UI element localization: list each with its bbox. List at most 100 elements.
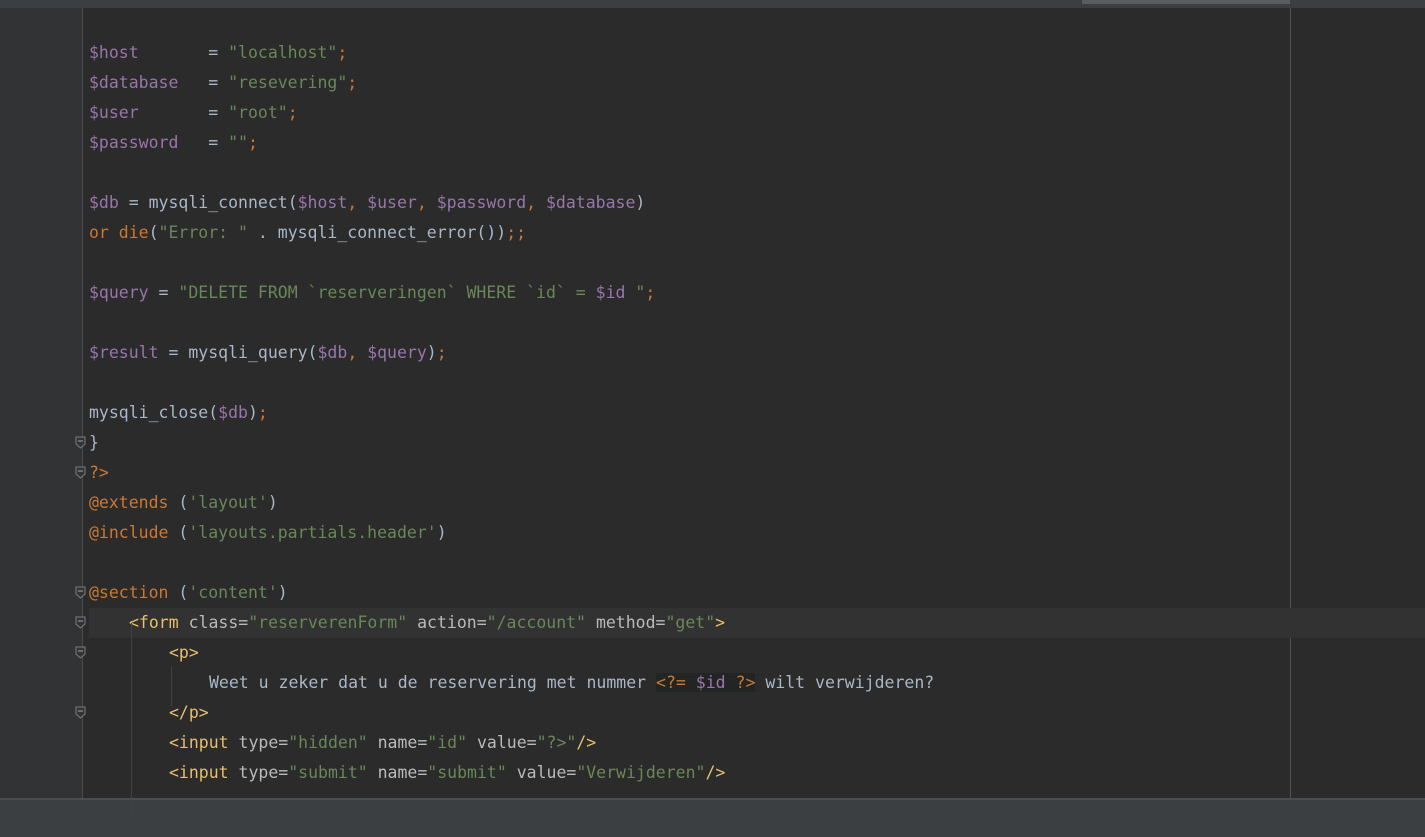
code-token: "Verwijderen" (576, 763, 706, 782)
code-line[interactable] (0, 248, 1425, 278)
code-text[interactable]: ?> (89, 458, 109, 488)
code-token: ?> (735, 673, 756, 692)
code-line[interactable]: $db = mysqli_connect($host, $user, $pass… (0, 188, 1425, 218)
code-line[interactable]: $query = "DELETE FROM `reserveringen` WH… (0, 278, 1425, 308)
code-token: ;; (506, 223, 527, 242)
code-line[interactable] (0, 368, 1425, 398)
fold-marker-icon[interactable] (75, 646, 86, 659)
code-token: ) (267, 493, 278, 512)
code-token: ; (347, 73, 358, 92)
code-token: "root" (228, 103, 288, 122)
code-line[interactable] (0, 308, 1425, 338)
code-token: ( (178, 523, 189, 542)
code-line[interactable]: } (0, 428, 1425, 458)
code-line[interactable]: <input type="submit" name="submit" value… (0, 758, 1425, 788)
code-line[interactable] (0, 8, 1425, 38)
code-token: "Error: " (158, 223, 248, 242)
code-token: $id (695, 673, 736, 692)
code-token: $query (89, 283, 149, 302)
code-line[interactable]: or die("Error: " . mysqli_connect_error(… (0, 218, 1425, 248)
code-line[interactable]: <p> (0, 638, 1425, 668)
code-token: } (89, 433, 99, 452)
code-token: wilt verwijderen? (755, 673, 935, 692)
code-token: " (625, 283, 646, 302)
code-line[interactable] (0, 158, 1425, 188)
code-line[interactable]: $password = ""; (0, 128, 1425, 158)
code-line[interactable]: mysqli_close($db); (0, 398, 1425, 428)
code-token: > (715, 613, 726, 632)
code-text[interactable]: $host = "localhost"; (89, 38, 347, 68)
code-text[interactable]: <input type="hidden" name="id" value="?>… (169, 728, 596, 758)
code-text[interactable]: $user = "root"; (89, 98, 298, 128)
code-token: = (178, 133, 229, 152)
code-token: 'content' (188, 583, 278, 602)
code-token: <input (169, 763, 239, 782)
code-line[interactable]: Weet u zeker dat u de reservering met nu… (0, 668, 1425, 698)
fold-marker-icon[interactable] (75, 586, 86, 599)
code-token: ) (277, 583, 288, 602)
fold-marker-icon[interactable] (75, 616, 86, 629)
editor-tab-strip (0, 0, 1425, 8)
code-token: ) (426, 343, 437, 362)
code-text[interactable]: @extends ('layout') (89, 488, 278, 518)
code-text[interactable]: $password = ""; (89, 128, 258, 158)
code-token: "id" (427, 733, 477, 752)
code-token: ) (635, 193, 646, 212)
code-text[interactable]: } (89, 428, 99, 458)
code-line[interactable]: <input type="hidden" name="id" value="?>… (0, 728, 1425, 758)
code-line[interactable]: @section ('content') (0, 578, 1425, 608)
code-token: $host (297, 193, 348, 212)
code-token: ( (148, 223, 159, 242)
code-token: "submit" (427, 763, 517, 782)
code-line[interactable]: $user = "root"; (0, 98, 1425, 128)
code-text[interactable]: Weet u zeker dat u de reservering met nu… (209, 668, 934, 698)
code-token: $id (595, 283, 626, 302)
code-token: "/account" (486, 613, 596, 632)
code-line[interactable]: @extends ('layout') (0, 488, 1425, 518)
code-text[interactable]: $query = "DELETE FROM `reserveringen` WH… (89, 278, 655, 308)
code-token: "hidden" (288, 733, 378, 752)
code-token: action= (417, 613, 487, 632)
code-token: ( (178, 493, 189, 512)
code-line[interactable]: </p> (0, 698, 1425, 728)
code-editor[interactable]: $host = "localhost"; $database = "resever… (0, 0, 1425, 837)
code-token: ) (247, 403, 258, 422)
code-text[interactable]: @include ('layouts.partials.header') (89, 518, 447, 548)
code-text[interactable]: or die("Error: " . mysqli_connect_error(… (89, 218, 526, 248)
code-text[interactable]: </p> (169, 698, 209, 728)
code-token: Weet u zeker dat u de reservering met nu… (209, 673, 657, 692)
code-token: $host (89, 43, 139, 62)
horizontal-scrollbar-thumb[interactable] (1082, 0, 1290, 4)
code-text[interactable]: $result = mysqli_query($db, $query); (89, 338, 447, 368)
code-token: $database (89, 73, 179, 92)
code-token: $result (89, 343, 159, 362)
code-text[interactable]: mysqli_close($db); (89, 398, 268, 428)
code-line[interactable]: @include ('layouts.partials.header') (0, 518, 1425, 548)
code-text[interactable]: @section ('content') (89, 578, 288, 608)
fold-marker-icon[interactable] (75, 466, 86, 479)
code-token: $query (367, 343, 427, 362)
code-token: ; (257, 403, 268, 422)
code-token: = mysqli_connect( (118, 193, 298, 212)
code-line[interactable]: ?> (0, 458, 1425, 488)
code-line[interactable]: <form class="reserverenForm" action="/ac… (75, 608, 1425, 638)
code-text[interactable]: $db = mysqli_connect($host, $user, $pass… (89, 188, 645, 218)
code-text[interactable]: $database = "resevering"; (89, 68, 357, 98)
code-text[interactable]: <p> (169, 638, 199, 668)
code-token: $user (367, 193, 417, 212)
code-text[interactable]: <form class="reserverenForm" action="/ac… (129, 608, 725, 638)
code-token: = (178, 73, 229, 92)
code-token: type= (238, 763, 289, 782)
code-token: mysqli_close( (89, 403, 219, 422)
code-line[interactable]: $database = "resevering"; (0, 68, 1425, 98)
code-token: $user (89, 103, 139, 122)
fold-marker-icon[interactable] (75, 436, 86, 449)
code-token: "submit" (288, 763, 378, 782)
code-line[interactable]: $host = "localhost"; (0, 38, 1425, 68)
fold-marker-icon[interactable] (75, 706, 86, 719)
code-token: ; (247, 133, 258, 152)
code-token: or die (89, 223, 149, 242)
code-line[interactable] (0, 548, 1425, 578)
code-line[interactable]: $result = mysqli_query($db, $query); (0, 338, 1425, 368)
code-text[interactable]: <input type="submit" name="submit" value… (169, 758, 725, 788)
